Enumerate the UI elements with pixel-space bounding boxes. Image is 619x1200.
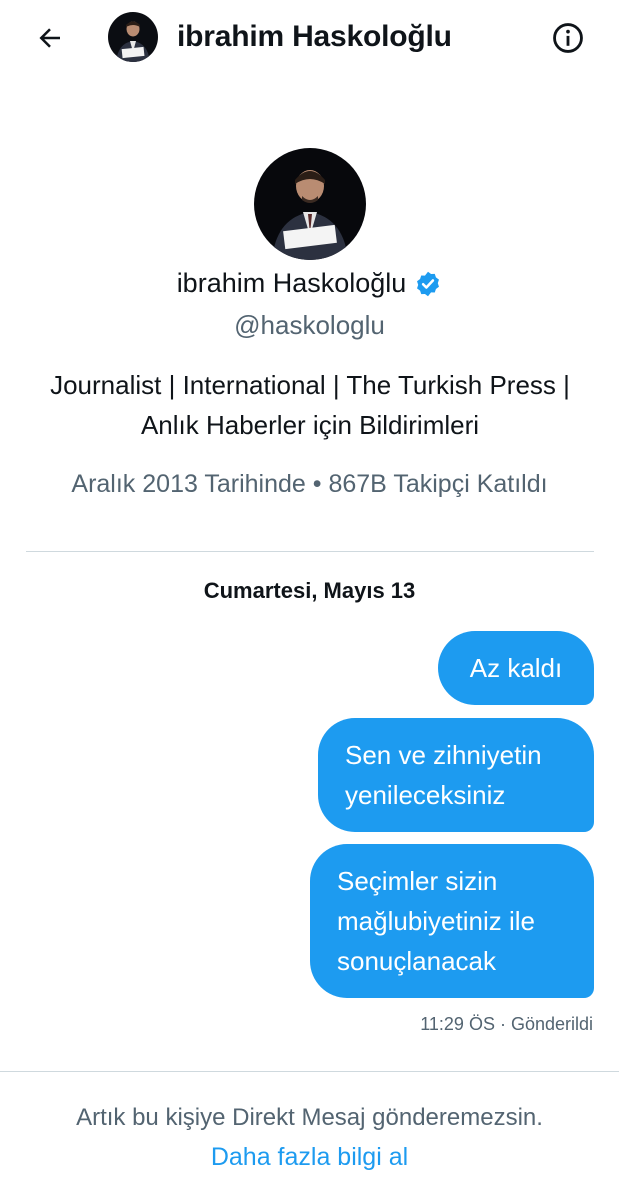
message-bubble[interactable]: Sen ve zihniyetin yenileceksiniz xyxy=(318,718,594,832)
profile-meta: Aralık 2013 Tarihinde • 867B Takipçi Kat… xyxy=(71,470,548,498)
message-text: Az kaldı xyxy=(469,653,563,683)
info-circle-icon xyxy=(553,23,583,53)
info-button[interactable] xyxy=(548,18,588,58)
profile-name: ibrahim Haskoloğlu xyxy=(176,268,407,298)
avatar-image xyxy=(108,12,158,62)
header-title: ibrahim Haskoloğlu xyxy=(177,20,452,53)
conversation-date: Cumartesi, Mayıs 13 xyxy=(203,578,416,603)
back-button[interactable] xyxy=(30,18,70,58)
footer-divider xyxy=(0,1071,619,1072)
profile-name-row: ibrahim Haskoloğlu xyxy=(0,268,619,299)
message-status: 11:29 ÖS · Gönderildi xyxy=(420,1014,593,1034)
learn-more-link[interactable]: Daha fazla bilgi al xyxy=(0,1143,619,1172)
dm-conversation-screen: ibrahim Haskoloğlu ibrahim Haskoloğlu @h… xyxy=(0,0,619,1200)
arrow-left-icon xyxy=(39,28,60,48)
conversation-header: ibrahim Haskoloğlu xyxy=(0,0,619,76)
profile-avatar[interactable] xyxy=(254,148,366,260)
dm-blocked-notice: Artık bu kişiye Direkt Mesaj gönderemezs… xyxy=(76,1104,543,1131)
profile-handle: @haskologlu xyxy=(234,310,385,340)
message-bubble[interactable]: Seçimler sizin mağlubiyetiniz ile sonuçl… xyxy=(310,844,594,998)
profile-divider xyxy=(26,551,594,552)
message-bubble[interactable]: Az kaldı xyxy=(438,631,594,705)
verified-badge-icon xyxy=(417,271,440,296)
header-avatar[interactable] xyxy=(108,12,158,62)
message-text: Sen ve zihniyetin yenileceksiniz xyxy=(345,740,542,810)
profile-bio: Journalist | International | The Turkish… xyxy=(50,370,570,440)
message-text: Seçimler sizin mağlubiyetiniz ile sonuçl… xyxy=(337,866,535,976)
avatar-image xyxy=(254,148,366,260)
